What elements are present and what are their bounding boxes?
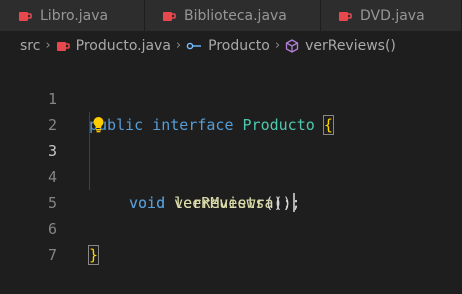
code-line: 2 bbox=[0, 86, 462, 134]
method-cube-icon bbox=[285, 38, 299, 53]
code-line: 1 public interface Producto { bbox=[0, 60, 462, 135]
breadcrumb-method[interactable]: verReviews() bbox=[305, 38, 396, 54]
code-line: 6 } bbox=[0, 190, 462, 265]
chevron-right-icon: › bbox=[175, 38, 182, 53]
breadcrumb: src › Producto.java › Producto › verRevi… bbox=[0, 31, 462, 60]
tab-label: Biblioteca.java bbox=[184, 7, 287, 24]
line-content: } bbox=[87, 242, 100, 268]
java-file-icon bbox=[163, 11, 176, 21]
tab-biblioteca-java[interactable]: Biblioteca.java bbox=[145, 0, 321, 31]
code-editor[interactable]: 1 public interface Producto { 2 3 void v… bbox=[0, 60, 462, 265]
breadcrumb-folder[interactable]: src bbox=[20, 38, 40, 54]
code-line: 4 void leerMuestra(); bbox=[0, 138, 462, 212]
line-number: 7 bbox=[47, 246, 57, 264]
java-file-icon bbox=[19, 11, 32, 21]
code-line-active: 3 void verReviews(); bbox=[0, 112, 462, 212]
breadcrumb-file[interactable]: Producto.java bbox=[76, 38, 171, 54]
tab-dvd-java[interactable]: DVD.java bbox=[321, 0, 462, 31]
close-brace: } bbox=[87, 245, 100, 265]
tab-label: DVD.java bbox=[360, 7, 425, 24]
editor-tab-bar: Libro.java Biblioteca.java DVD.java bbox=[0, 0, 462, 31]
breadcrumb-symbol[interactable]: Producto bbox=[208, 38, 270, 54]
code-line: 5 bbox=[0, 164, 462, 212]
code-line: 7 bbox=[0, 216, 462, 264]
lightbulb-icon[interactable] bbox=[92, 116, 105, 133]
chevron-right-icon: › bbox=[45, 38, 51, 53]
tab-libro-java[interactable]: Libro.java bbox=[0, 0, 145, 31]
tab-label: Libro.java bbox=[40, 7, 109, 24]
interface-icon bbox=[186, 42, 202, 49]
chevron-right-icon: › bbox=[274, 38, 281, 53]
java-file-icon bbox=[56, 41, 70, 51]
java-file-icon bbox=[339, 11, 352, 21]
